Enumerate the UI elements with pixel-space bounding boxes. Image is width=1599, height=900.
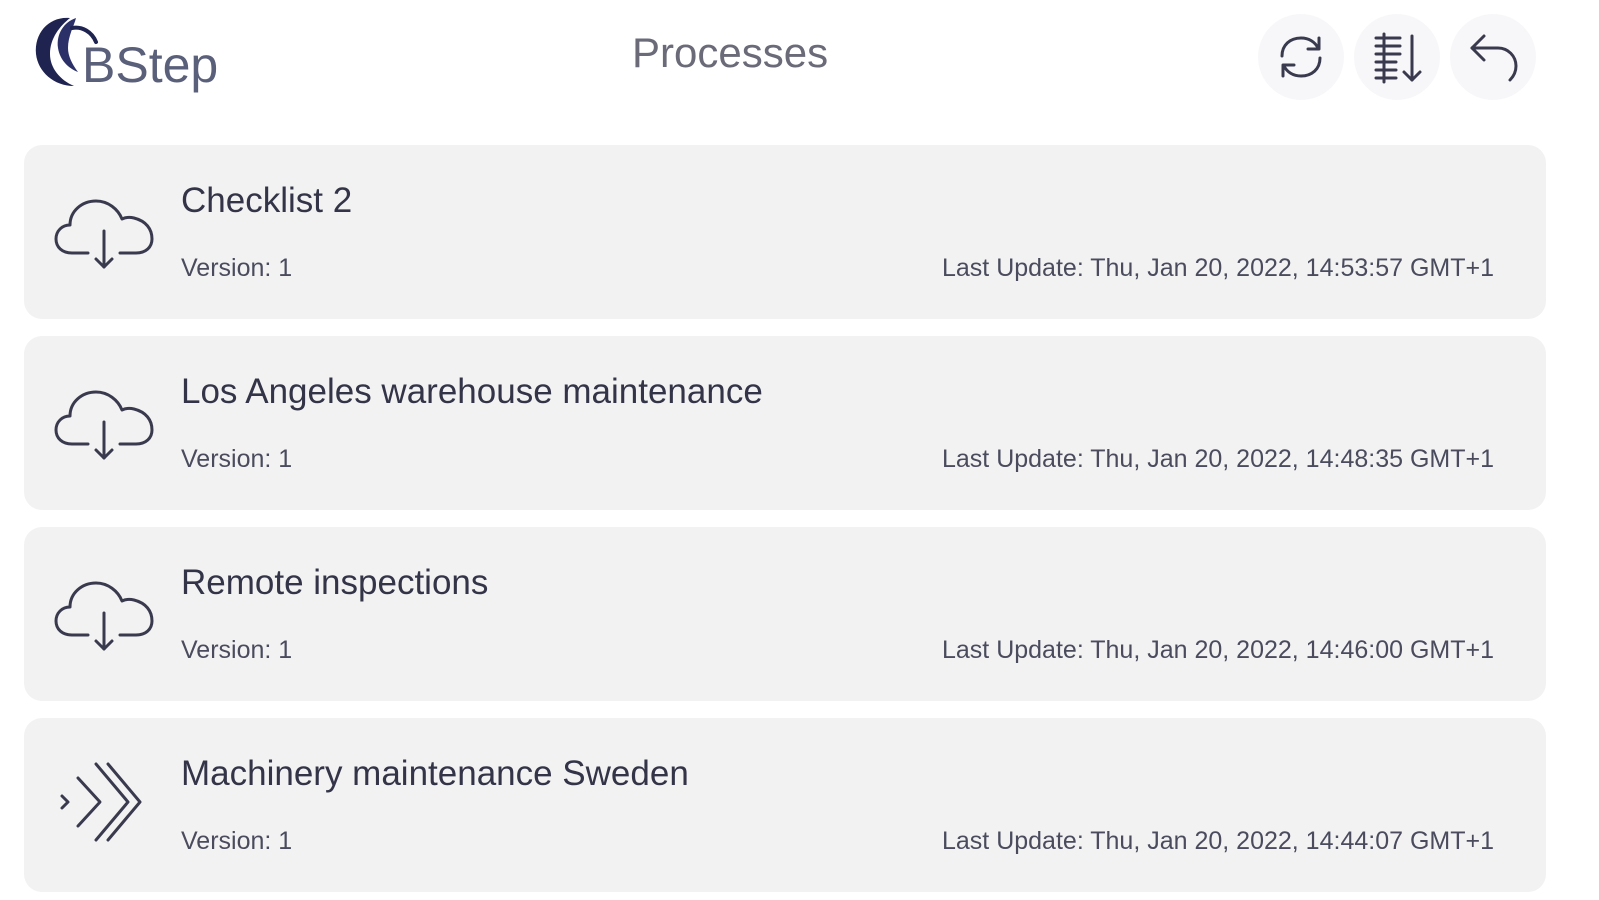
process-last-update: Last Update: Thu, Jan 20, 2022, 14:44:07…: [942, 827, 1494, 855]
double-chevron-right-icon: [60, 762, 142, 842]
process-item-remote-inspections[interactable]: Remote inspections Version: 1 Last Updat…: [24, 527, 1546, 701]
process-version: Version: 1: [181, 254, 293, 282]
process-title: Machinery maintenance Sweden: [181, 754, 689, 793]
process-item-machinery-maintenance-sweden[interactable]: Machinery maintenance Sweden Version: 1 …: [24, 718, 1546, 892]
back-arrow-icon: [1470, 34, 1518, 82]
process-version: Version: 1: [181, 827, 293, 855]
header: BStep Processes: [0, 0, 1599, 120]
process-last-update: Last Update: Thu, Jan 20, 2022, 14:48:35…: [942, 445, 1494, 473]
app-root: BStep Processes Checklist 2 Version: 1 L…: [0, 0, 1599, 900]
process-item-checklist-2[interactable]: Checklist 2 Version: 1 Last Update: Thu,…: [24, 145, 1546, 319]
refresh-icon: [1280, 36, 1322, 78]
process-title: Remote inspections: [181, 563, 489, 602]
cloud-download-icon: [54, 581, 154, 651]
process-item-los-angeles-warehouse-maintenance[interactable]: Los Angeles warehouse maintenance Versio…: [24, 336, 1546, 510]
logo-text: BStep: [82, 37, 219, 93]
process-title: Los Angeles warehouse maintenance: [181, 372, 763, 411]
process-list: Checklist 2 Version: 1 Last Update: Thu,…: [24, 145, 1546, 900]
process-last-update: Last Update: Thu, Jan 20, 2022, 14:53:57…: [942, 254, 1494, 282]
process-last-update: Last Update: Thu, Jan 20, 2022, 14:46:00…: [942, 636, 1494, 664]
sort-button[interactable]: [1354, 14, 1440, 100]
process-title: Checklist 2: [181, 181, 353, 220]
cloud-download-icon: [54, 199, 154, 269]
process-version: Version: 1: [181, 636, 293, 664]
bstep-logo: BStep: [30, 10, 220, 102]
process-version: Version: 1: [181, 445, 293, 473]
sort-icon: [1374, 32, 1422, 84]
cloud-download-icon: [54, 390, 154, 460]
back-button[interactable]: [1450, 14, 1536, 100]
refresh-button[interactable]: [1258, 14, 1344, 100]
page-title: Processes: [632, 29, 829, 76]
